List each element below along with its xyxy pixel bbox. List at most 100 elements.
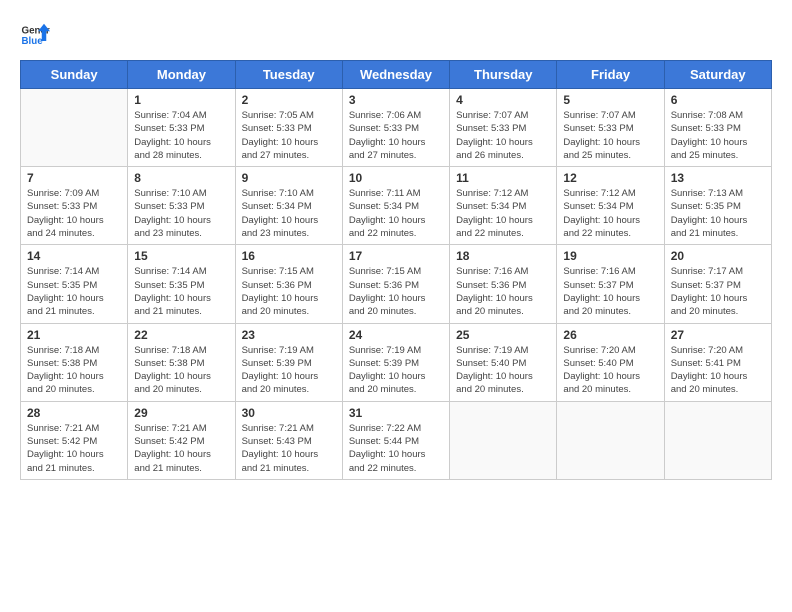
logo: General Blue: [20, 20, 50, 50]
day-number: 7: [27, 171, 121, 185]
day-number: 5: [563, 93, 657, 107]
day-info: Sunrise: 7:07 AMSunset: 5:33 PMDaylight:…: [456, 109, 550, 162]
day-info: Sunrise: 7:15 AMSunset: 5:36 PMDaylight:…: [242, 265, 336, 318]
calendar-cell: 27 Sunrise: 7:20 AMSunset: 5:41 PMDayligh…: [664, 323, 771, 401]
day-info: Sunrise: 7:05 AMSunset: 5:33 PMDaylight:…: [242, 109, 336, 162]
calendar-cell: 2 Sunrise: 7:05 AMSunset: 5:33 PMDaylight…: [235, 89, 342, 167]
day-number: 2: [242, 93, 336, 107]
day-number: 12: [563, 171, 657, 185]
day-number: 30: [242, 406, 336, 420]
calendar-week-1: 1 Sunrise: 7:04 AMSunset: 5:33 PMDaylight…: [21, 89, 772, 167]
day-info: Sunrise: 7:22 AMSunset: 5:44 PMDaylight:…: [349, 422, 443, 475]
calendar-cell: 21 Sunrise: 7:18 AMSunset: 5:38 PMDayligh…: [21, 323, 128, 401]
day-header-tuesday: Tuesday: [235, 61, 342, 89]
calendar-week-3: 14 Sunrise: 7:14 AMSunset: 5:35 PMDayligh…: [21, 245, 772, 323]
day-number: 1: [134, 93, 228, 107]
svg-text:Blue: Blue: [22, 36, 44, 47]
day-number: 26: [563, 328, 657, 342]
day-number: 18: [456, 249, 550, 263]
day-info: Sunrise: 7:07 AMSunset: 5:33 PMDaylight:…: [563, 109, 657, 162]
day-info: Sunrise: 7:11 AMSunset: 5:34 PMDaylight:…: [349, 187, 443, 240]
day-number: 25: [456, 328, 550, 342]
day-info: Sunrise: 7:16 AMSunset: 5:37 PMDaylight:…: [563, 265, 657, 318]
calendar-cell: 30 Sunrise: 7:21 AMSunset: 5:43 PMDayligh…: [235, 401, 342, 479]
day-number: 29: [134, 406, 228, 420]
calendar-week-4: 21 Sunrise: 7:18 AMSunset: 5:38 PMDayligh…: [21, 323, 772, 401]
day-info: Sunrise: 7:14 AMSunset: 5:35 PMDaylight:…: [27, 265, 121, 318]
day-info: Sunrise: 7:10 AMSunset: 5:34 PMDaylight:…: [242, 187, 336, 240]
calendar-week-2: 7Sunrise: 7:09 AMSunset: 5:33 PMDaylight…: [21, 167, 772, 245]
calendar-table: SundayMondayTuesdayWednesdayThursdayFrid…: [20, 60, 772, 480]
day-number: 13: [671, 171, 765, 185]
day-info: Sunrise: 7:15 AMSunset: 5:36 PMDaylight:…: [349, 265, 443, 318]
calendar-cell: 10 Sunrise: 7:11 AMSunset: 5:34 PMDayligh…: [342, 167, 449, 245]
day-info: Sunrise: 7:17 AMSunset: 5:37 PMDaylight:…: [671, 265, 765, 318]
day-number: 27: [671, 328, 765, 342]
day-number: 4: [456, 93, 550, 107]
calendar-cell: 7Sunrise: 7:09 AMSunset: 5:33 PMDaylight…: [21, 167, 128, 245]
day-info: Sunrise: 7:20 AMSunset: 5:41 PMDaylight:…: [671, 344, 765, 397]
day-info: Sunrise: 7:16 AMSunset: 5:36 PMDaylight:…: [456, 265, 550, 318]
calendar-cell: 3Sunrise: 7:06 AMSunset: 5:33 PMDaylight…: [342, 89, 449, 167]
calendar-cell: 23Sunrise: 7:19 AMSunset: 5:39 PMDayligh…: [235, 323, 342, 401]
calendar-cell: 8 Sunrise: 7:10 AMSunset: 5:33 PMDaylight…: [128, 167, 235, 245]
calendar-cell: 13 Sunrise: 7:13 AMSunset: 5:35 PMDayligh…: [664, 167, 771, 245]
day-number: 8: [134, 171, 228, 185]
page-header: General Blue: [20, 20, 772, 50]
calendar-cell: 20Sunrise: 7:17 AMSunset: 5:37 PMDayligh…: [664, 245, 771, 323]
day-number: 10: [349, 171, 443, 185]
calendar-cell: 12 Sunrise: 7:12 AMSunset: 5:34 PMDayligh…: [557, 167, 664, 245]
calendar-header-row: SundayMondayTuesdayWednesdayThursdayFrid…: [21, 61, 772, 89]
day-info: Sunrise: 7:12 AMSunset: 5:34 PMDaylight:…: [563, 187, 657, 240]
calendar-cell: [664, 401, 771, 479]
day-number: 21: [27, 328, 121, 342]
calendar-cell: 24Sunrise: 7:19 AMSunset: 5:39 PMDayligh…: [342, 323, 449, 401]
calendar-cell: 9 Sunrise: 7:10 AMSunset: 5:34 PMDaylight…: [235, 167, 342, 245]
calendar-cell: 19 Sunrise: 7:16 AMSunset: 5:37 PMDayligh…: [557, 245, 664, 323]
day-number: 17: [349, 249, 443, 263]
day-info: Sunrise: 7:14 AMSunset: 5:35 PMDaylight:…: [134, 265, 228, 318]
calendar-cell: [557, 401, 664, 479]
day-number: 14: [27, 249, 121, 263]
calendar-cell: 17 Sunrise: 7:15 AMSunset: 5:36 PMDayligh…: [342, 245, 449, 323]
day-info: Sunrise: 7:04 AMSunset: 5:33 PMDaylight:…: [134, 109, 228, 162]
day-info: Sunrise: 7:21 AMSunset: 5:42 PMDaylight:…: [134, 422, 228, 475]
calendar-cell: 15Sunrise: 7:14 AMSunset: 5:35 PMDayligh…: [128, 245, 235, 323]
day-number: 31: [349, 406, 443, 420]
calendar-cell: 26 Sunrise: 7:20 AMSunset: 5:40 PMDayligh…: [557, 323, 664, 401]
day-info: Sunrise: 7:18 AMSunset: 5:38 PMDaylight:…: [27, 344, 121, 397]
day-info: Sunrise: 7:13 AMSunset: 5:35 PMDaylight:…: [671, 187, 765, 240]
day-info: Sunrise: 7:18 AMSunset: 5:38 PMDaylight:…: [134, 344, 228, 397]
day-number: 11: [456, 171, 550, 185]
day-number: 19: [563, 249, 657, 263]
calendar-cell: 18 Sunrise: 7:16 AMSunset: 5:36 PMDayligh…: [450, 245, 557, 323]
day-number: 28: [27, 406, 121, 420]
day-info: Sunrise: 7:19 AMSunset: 5:39 PMDaylight:…: [349, 344, 443, 397]
day-info: Sunrise: 7:08 AMSunset: 5:33 PMDaylight:…: [671, 109, 765, 162]
calendar-cell: 1 Sunrise: 7:04 AMSunset: 5:33 PMDaylight…: [128, 89, 235, 167]
day-info: Sunrise: 7:10 AMSunset: 5:33 PMDaylight:…: [134, 187, 228, 240]
day-info: Sunrise: 7:19 AMSunset: 5:40 PMDaylight:…: [456, 344, 550, 397]
logo-icon: General Blue: [20, 20, 50, 50]
day-number: 22: [134, 328, 228, 342]
day-info: Sunrise: 7:21 AMSunset: 5:43 PMDaylight:…: [242, 422, 336, 475]
day-number: 23: [242, 328, 336, 342]
calendar-cell: 29 Sunrise: 7:21 AMSunset: 5:42 PMDayligh…: [128, 401, 235, 479]
day-number: 9: [242, 171, 336, 185]
calendar-cell: 28Sunrise: 7:21 AMSunset: 5:42 PMDayligh…: [21, 401, 128, 479]
day-header-sunday: Sunday: [21, 61, 128, 89]
calendar-cell: 25 Sunrise: 7:19 AMSunset: 5:40 PMDayligh…: [450, 323, 557, 401]
day-number: 6: [671, 93, 765, 107]
day-header-friday: Friday: [557, 61, 664, 89]
calendar-cell: 14 Sunrise: 7:14 AMSunset: 5:35 PMDayligh…: [21, 245, 128, 323]
calendar-cell: 22 Sunrise: 7:18 AMSunset: 5:38 PMDayligh…: [128, 323, 235, 401]
calendar-cell: [450, 401, 557, 479]
calendar-week-5: 28 Sunrise: 7:21 AMSunset: 5:42 PMDayligh…: [21, 401, 772, 479]
calendar-cell: [21, 89, 128, 167]
calendar-cell: 6 Sunrise: 7:08 AMSunset: 5:33 PMDaylight…: [664, 89, 771, 167]
day-header-saturday: Saturday: [664, 61, 771, 89]
day-header-wednesday: Wednesday: [342, 61, 449, 89]
calendar-cell: 16Sunrise: 7:15 AMSunset: 5:36 PMDayligh…: [235, 245, 342, 323]
calendar-cell: 11Sunrise: 7:12 AMSunset: 5:34 PMDayligh…: [450, 167, 557, 245]
day-info: Sunrise: 7:20 AMSunset: 5:40 PMDaylight:…: [563, 344, 657, 397]
